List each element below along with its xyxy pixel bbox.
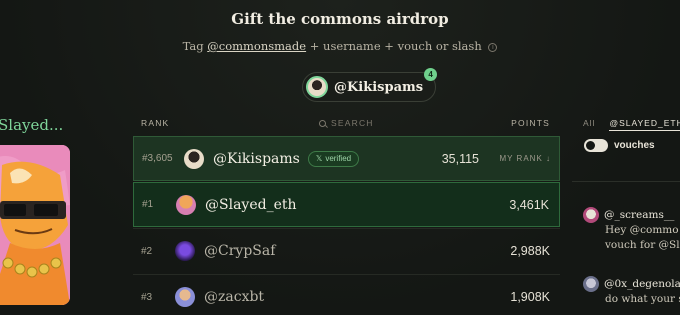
current-user-pill[interactable]: @Kikispams 4 — [302, 68, 438, 102]
info-icon[interactable]: i — [488, 43, 498, 52]
row-points: 2,988K — [510, 244, 550, 258]
points-column-header[interactable]: POINTS — [511, 118, 550, 128]
search-icon — [319, 119, 326, 127]
avatar — [175, 287, 195, 307]
row-points: 1,908K — [510, 290, 550, 304]
feed-item-user: @_screams__ — [604, 209, 675, 221]
search-field[interactable]: SEARCH — [319, 118, 374, 128]
feed-item[interactable]: @_screams__ Hey @commo vouch for @Sl — [583, 207, 680, 253]
verified-label: verified — [325, 154, 352, 163]
avatar — [176, 194, 196, 215]
row-handle: @Slayed_eth — [205, 196, 297, 213]
commonsmade-link[interactable]: @commonsmade — [207, 39, 306, 53]
page-subtitle: Tag @commonsmade + username + vouch or s… — [0, 39, 680, 53]
page-title: Gift the commons airdrop — [231, 10, 449, 28]
feed-item-text-line: do what your s — [605, 293, 680, 305]
feed-item-user: @0x_degenola — [604, 278, 680, 290]
feed-item-text-line: ... — [605, 308, 616, 315]
feed-item-text-line: Hey @commo — [605, 224, 679, 236]
row-handle: @CrypSaf — [204, 243, 276, 259]
rank-column-header: RANK — [141, 118, 170, 128]
notification-badge: 4 — [424, 68, 438, 81]
row-rank: #2 — [141, 245, 153, 257]
featured-nft-image[interactable] — [0, 145, 70, 305]
table-row[interactable]: #1 @Slayed_eth 3,461K — [133, 182, 560, 227]
row-handle: @zacxbt — [204, 289, 265, 305]
row-points: 3,461K — [509, 197, 549, 212]
x-logo-icon: 𝕏 — [315, 154, 323, 163]
avatar — [583, 207, 599, 223]
leaderboard-header: RANK SEARCH POINTS — [133, 118, 560, 132]
row-rank: #1 — [142, 199, 154, 210]
tab-all[interactable]: All — [583, 118, 595, 131]
current-user-handle: @Kikispams — [213, 150, 300, 167]
current-user-name: @Kikispams — [334, 79, 424, 95]
table-row[interactable]: #3 @zacxbt 1,908K — [133, 274, 560, 315]
feed-item-text-line: vouch for @Sl — [605, 239, 680, 251]
x-verified-badge: 𝕏 verified — [307, 150, 360, 167]
tab-slayed-eth[interactable]: @SLAYED_ETH — [609, 118, 680, 131]
vouches-toggle-row[interactable]: vouches — [584, 139, 655, 152]
avatar — [175, 241, 195, 261]
row-rank: #3 — [141, 291, 153, 303]
current-user-rank: #3,605 — [142, 153, 173, 164]
my-rank-button[interactable]: MY RANK ↓ — [499, 154, 551, 163]
divider — [572, 181, 680, 182]
table-row[interactable]: #2 @CrypSaf 2,988K — [133, 228, 560, 273]
avatar — [184, 148, 204, 169]
current-user-row[interactable]: #3,605 @Kikispams 𝕏 verified 35,115 MY R… — [133, 136, 560, 181]
search-label: SEARCH — [331, 118, 374, 128]
current-user-points: 35,115 — [441, 151, 479, 166]
nft-character-illustration — [0, 145, 70, 305]
featured-user-title: Slayed... — [0, 116, 64, 134]
subtitle-prefix: Tag — [182, 39, 208, 53]
feed-item[interactable]: @0x_degenola do what your s ... — [583, 276, 680, 315]
avatar — [583, 276, 599, 292]
vouches-toggle[interactable] — [584, 139, 608, 152]
feed-tabs: All @SLAYED_ETH — [583, 118, 680, 131]
subtitle-suffix: + username + vouch or slash — [306, 39, 482, 53]
avatar — [306, 76, 328, 98]
vouches-label: vouches — [614, 140, 655, 151]
toggle-knob — [586, 141, 595, 150]
